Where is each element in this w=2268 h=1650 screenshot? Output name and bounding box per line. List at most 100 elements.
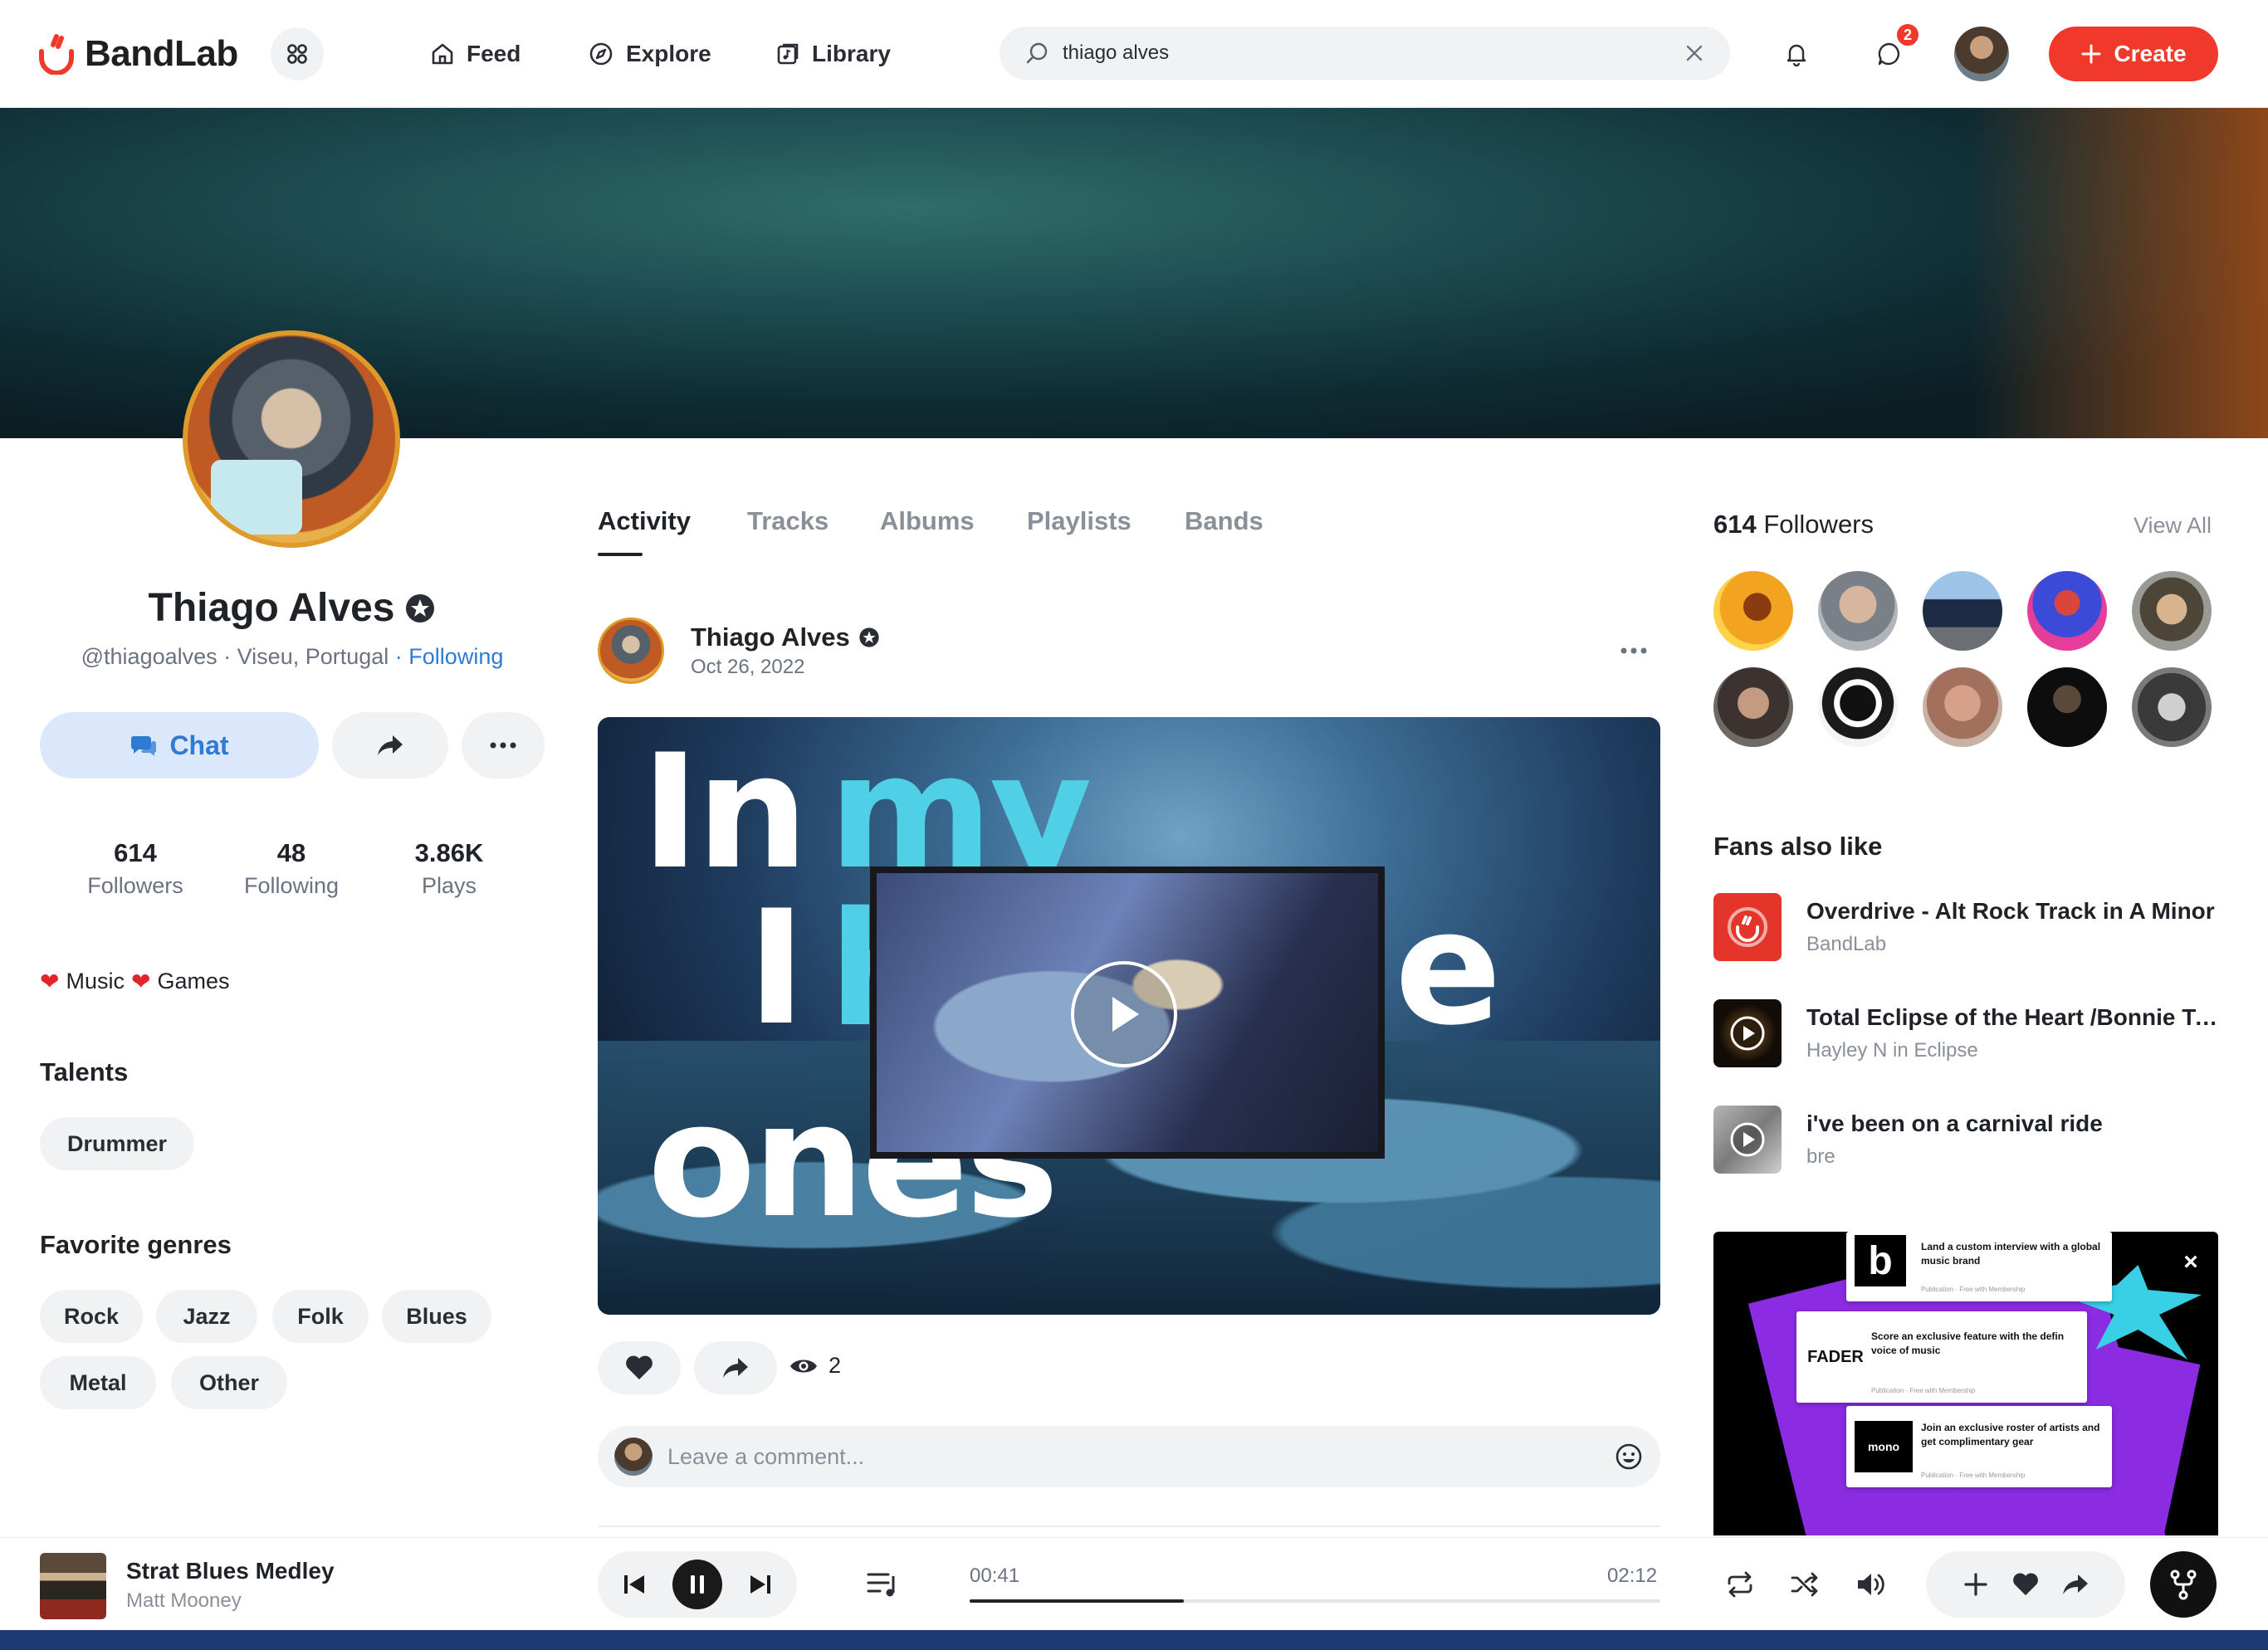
stat-following[interactable]: 48 Following — [221, 838, 362, 899]
billboard-logo: b — [1855, 1235, 1906, 1286]
video-text-line: In — [641, 720, 809, 904]
track-artist[interactable]: Matt Mooney — [126, 1589, 242, 1613]
tab-tracks[interactable]: Tracks — [747, 506, 829, 536]
compass-icon — [589, 42, 613, 66]
notifications-button[interactable] — [1770, 27, 1823, 81]
share-profile-button[interactable] — [332, 712, 448, 779]
shuffle-button[interactable] — [1787, 1566, 1823, 1603]
profile-location: Viseu, Portugal — [237, 644, 389, 669]
follower-avatar[interactable] — [2132, 667, 2212, 747]
genre-chip[interactable]: Metal — [40, 1356, 156, 1409]
video-text-line: e — [1395, 876, 1502, 1060]
tab-activity[interactable]: Activity — [598, 506, 691, 536]
bell-icon — [1787, 44, 1806, 67]
top-navigation: BandLab Feed Explore Library thiago alve… — [0, 0, 2268, 108]
genre-chip[interactable]: Blues — [382, 1290, 491, 1343]
search-icon — [1026, 42, 1048, 64]
share-post-button[interactable] — [694, 1341, 777, 1394]
fan-recommendation[interactable]: i've been on a carnival ride bre — [1713, 1106, 2220, 1174]
follower-avatar[interactable] — [1713, 667, 1793, 747]
fan-subtitle: bre — [1806, 1145, 1835, 1168]
profile-more-button[interactable] — [462, 712, 545, 779]
track-artwork[interactable] — [40, 1553, 106, 1619]
volume-button[interactable] — [1853, 1566, 1889, 1603]
emoji-icon[interactable] — [1614, 1442, 1644, 1472]
stat-label: Following — [243, 873, 340, 898]
commenter-avatar — [614, 1438, 653, 1476]
current-time: 00:41 — [970, 1565, 1020, 1587]
nav-explore-label: Explore — [626, 41, 711, 66]
nav-feed[interactable]: Feed — [430, 33, 521, 75]
talent-chip[interactable]: Drummer — [40, 1117, 194, 1170]
follower-avatar[interactable] — [2132, 571, 2212, 651]
stat-label: Followers — [87, 873, 183, 898]
bandlab-logo[interactable]: BandLab — [37, 32, 238, 76]
profile-avatar — [183, 330, 400, 548]
stat-value: 48 — [276, 838, 306, 867]
clear-search-icon[interactable] — [1684, 42, 1705, 64]
comment-input[interactable] — [667, 1443, 1614, 1470]
previous-button[interactable] — [609, 1560, 659, 1609]
track-title[interactable]: Strat Blues Medley — [126, 1558, 335, 1584]
profile-name-text: Thiago Alves — [148, 586, 395, 630]
search-bar[interactable] — [1000, 27, 1730, 80]
pause-button[interactable] — [672, 1560, 722, 1609]
chat-button[interactable]: Chat — [40, 712, 319, 779]
genre-chip[interactable]: Rock — [40, 1290, 143, 1343]
post-video[interactable]: In my hands I e ones — [598, 717, 1660, 1315]
tab-bands[interactable]: Bands — [1185, 506, 1264, 536]
genre-chip[interactable]: Jazz — [156, 1290, 257, 1343]
apps-grid-icon — [287, 44, 307, 64]
genre-chip[interactable]: Folk — [272, 1290, 369, 1343]
follower-avatar[interactable] — [2027, 667, 2107, 747]
repeat-button[interactable] — [1722, 1566, 1758, 1603]
follower-avatar[interactable] — [1818, 667, 1898, 747]
post-author-name: Thiago Alves — [691, 622, 850, 652]
close-ad-button[interactable]: × — [2178, 1248, 2203, 1276]
fan-recommendation[interactable]: Overdrive - Alt Rock Track in A Minor Ba… — [1713, 893, 2220, 961]
volume-icon — [1858, 1574, 1884, 1595]
follower-avatar[interactable] — [1923, 571, 2002, 651]
ad-card-text: Join an exclusive roster of artists and … — [1921, 1422, 2100, 1448]
like-track-button[interactable] — [2007, 1566, 2044, 1603]
follower-avatar[interactable] — [2027, 571, 2107, 651]
brand-name: BandLab — [85, 33, 238, 74]
fan-recommendation[interactable]: Total Eclipse of the Heart /Bonnie Tyler… — [1713, 999, 2220, 1067]
search-input[interactable] — [1063, 41, 1684, 65]
followers-count: 614 — [1713, 510, 1757, 539]
post-author[interactable]: Thiago Alves — [691, 622, 880, 652]
stat-followers[interactable]: 614 Followers — [65, 838, 206, 899]
create-button[interactable]: Create — [2049, 27, 2218, 81]
apps-menu-button[interactable] — [271, 27, 324, 81]
user-avatar[interactable] — [1954, 27, 2009, 81]
follower-avatar[interactable] — [1713, 571, 1793, 651]
nav-explore[interactable]: Explore — [588, 33, 711, 75]
share-track-button[interactable] — [2057, 1566, 2094, 1603]
post-author-avatar[interactable] — [598, 618, 664, 684]
next-button[interactable] — [736, 1560, 785, 1609]
mono-logo: mono — [1855, 1421, 1913, 1472]
fork-track-button[interactable] — [2150, 1551, 2217, 1618]
promo-ad-banner[interactable]: b Land a custom interview with a global … — [1713, 1232, 2218, 1535]
progress-bar[interactable] — [970, 1599, 1660, 1603]
view-all-followers-link[interactable]: View All — [2134, 513, 2212, 539]
play-video-button[interactable] — [1071, 961, 1177, 1067]
like-button[interactable] — [598, 1341, 681, 1394]
tab-playlists[interactable]: Playlists — [1027, 506, 1132, 536]
following-status-link[interactable]: Following — [408, 644, 503, 669]
comment-box[interactable] — [598, 1426, 1660, 1487]
follower-avatar[interactable] — [1923, 667, 2002, 747]
ad-card-meta: Publication · Free with Membership — [1921, 1286, 2026, 1293]
nav-library[interactable]: Library — [775, 33, 891, 75]
home-icon — [432, 43, 453, 65]
tab-albums[interactable]: Albums — [880, 506, 975, 536]
post-more-button[interactable] — [1615, 634, 1652, 667]
talents-title: Talents — [40, 1057, 129, 1086]
follower-avatar[interactable] — [1818, 571, 1898, 651]
followers-heading: 614 Followers — [1713, 510, 1874, 539]
fan-title: i've been on a carnival ride — [1806, 1111, 2103, 1136]
queue-icon[interactable] — [865, 1568, 902, 1601]
add-to-playlist-button[interactable] — [1958, 1566, 1994, 1603]
genre-chip[interactable]: Other — [171, 1356, 287, 1409]
video-text-line: I — [747, 876, 806, 1060]
